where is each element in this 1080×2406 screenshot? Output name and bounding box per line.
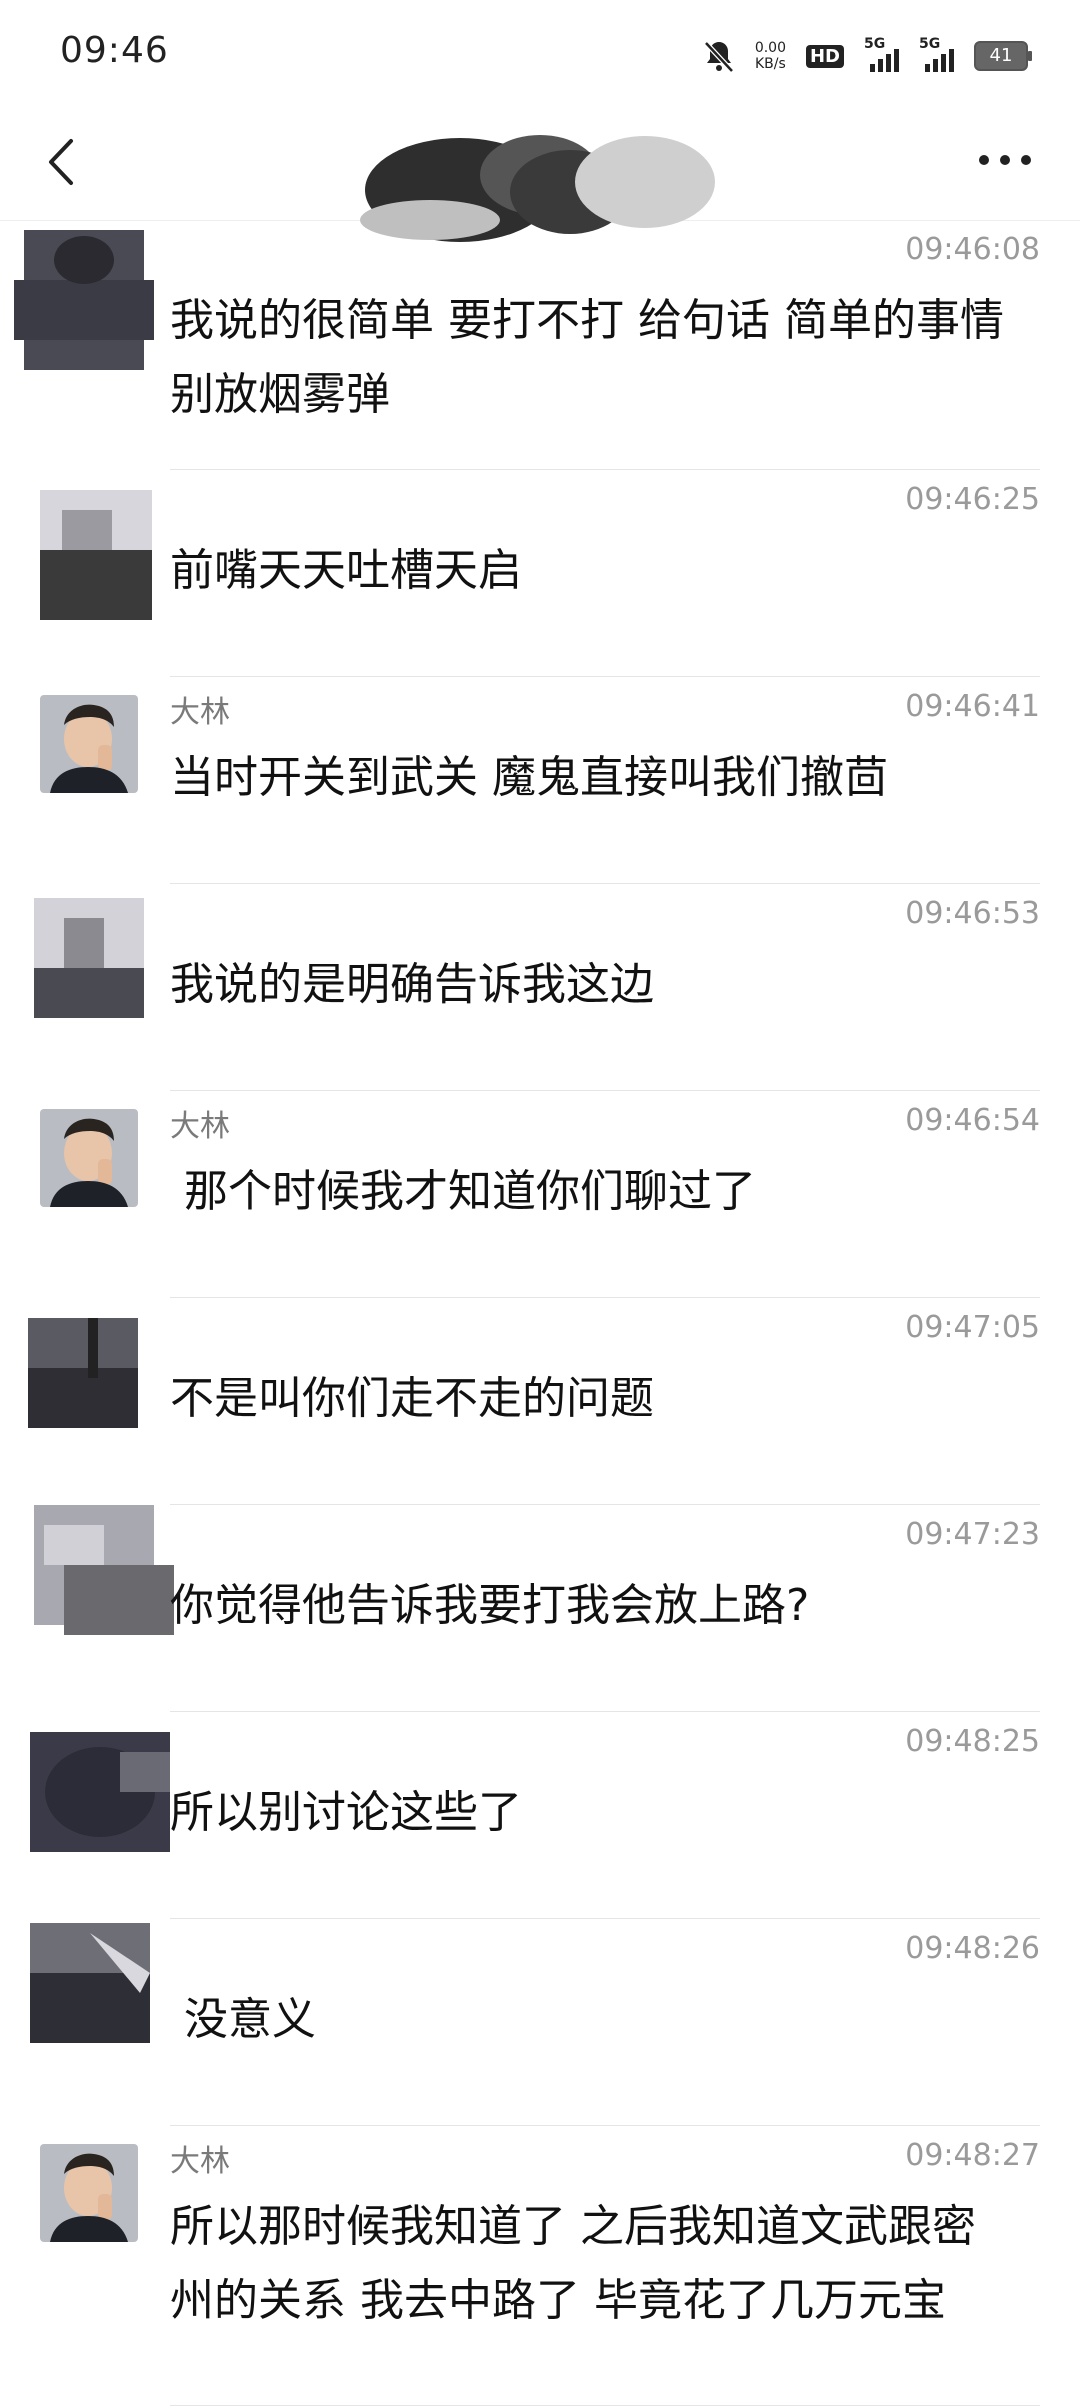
status-icons: 0.00 KB/s HD 5G 5G 41	[703, 34, 1032, 78]
mute-bell-icon	[703, 39, 735, 73]
message-timestamp: 09:48:27	[905, 2138, 1040, 2173]
message-text: 不是叫你们走不走的问题	[170, 1373, 654, 1424]
message-item[interactable]: 09:48:26 没意义	[0, 1919, 1080, 2126]
avatar-photo	[40, 695, 138, 793]
message-item[interactable]: 09:46:25 前嘴天天吐槽天启	[0, 470, 1080, 677]
avatar-photo	[40, 2144, 138, 2242]
avatar-photo	[40, 1109, 138, 1207]
signal-sim1-icon: 5G	[864, 36, 899, 72]
status-bar: 09:46 0.00 KB/s HD 5G 5G 41	[0, 0, 1080, 110]
signal-bar	[886, 54, 891, 72]
avatar-obscured	[24, 1495, 174, 1655]
avatar-obscured	[32, 470, 162, 640]
avatar-obscured	[24, 878, 154, 1038]
signal-bar	[933, 59, 938, 72]
message-text: 所以那时候我知道了 之后我知道文武跟密 州的关系 我去中路了 毕竟花了几万元宝	[170, 2201, 976, 2326]
chat-header	[0, 110, 1080, 242]
signal-bar	[941, 54, 946, 72]
hd-voice-icon: HD	[805, 44, 844, 68]
signal-bar	[870, 64, 875, 72]
message-timestamp: 09:47:05	[905, 1310, 1040, 1345]
sender-name: 大林	[170, 1109, 230, 1144]
battery-icon: 41	[974, 41, 1032, 71]
signal-bar	[878, 59, 883, 72]
sim1-label: 5G	[864, 36, 886, 52]
network-speed: 0.00 KB/s	[755, 40, 786, 72]
message-text: 我说的很简单 要打不打 给句话 简单的事情 别放烟雾弹	[170, 295, 1004, 420]
message-list: 09:46:08 我说的很简单 要打不打 给句话 简单的事情 别放烟雾弹 09:…	[0, 220, 1080, 2406]
network-speed-value: 0.00	[754, 40, 786, 56]
avatar-obscured	[18, 1298, 148, 1448]
message-text: 所以别讨论这些了	[170, 1787, 522, 1838]
more-button[interactable]	[970, 130, 1040, 190]
avatar-obscured	[14, 220, 154, 380]
message-text: 当时开关到武关 魔鬼直接叫我们撤茴	[170, 752, 888, 803]
more-horizontal-icon	[979, 155, 1031, 165]
chevron-left-icon	[49, 139, 73, 185]
message-item[interactable]: 09:46:08 我说的很简单 要打不打 给句话 简单的事情 别放烟雾弹	[0, 220, 1080, 470]
message-timestamp: 09:48:26	[905, 1931, 1040, 1966]
signal-bar	[894, 49, 899, 72]
message-timestamp: 09:46:53	[905, 896, 1040, 931]
message-text: 前嘴天天吐槽天启	[170, 545, 522, 596]
back-button[interactable]	[30, 132, 90, 192]
message-text: 我说的是明确告诉我这边	[170, 959, 654, 1010]
message-timestamp: 09:48:25	[905, 1724, 1040, 1759]
message-item[interactable]: 09:47:23 你觉得他告诉我要打我会放上路?	[0, 1505, 1080, 1712]
signal-sim2-icon: 5G	[919, 36, 954, 72]
message-text: 没意义	[170, 1994, 316, 2045]
message-item[interactable]: 大林 09:46:54 那个时候我才知道你们聊过了	[0, 1091, 1080, 1298]
message-timestamp: 09:46:41	[905, 689, 1040, 724]
avatar-obscured	[20, 1913, 160, 2053]
message-item[interactable]: 大林 09:46:41 当时开关到武关 魔鬼直接叫我们撤茴	[0, 677, 1080, 884]
message-timestamp: 09:46:54	[905, 1103, 1040, 1138]
avatar-obscured	[20, 1712, 180, 1872]
message-timestamp: 09:46:25	[905, 482, 1040, 517]
message-timestamp: 09:46:08	[905, 232, 1040, 267]
message-item[interactable]: 09:46:53 我说的是明确告诉我这边	[0, 884, 1080, 1091]
message-item[interactable]: 09:48:25 所以别讨论这些了	[0, 1712, 1080, 1919]
network-speed-unit: KB/s	[755, 56, 786, 72]
message-text: 你觉得他告诉我要打我会放上路?	[170, 1580, 810, 1631]
status-time: 09:46	[60, 30, 169, 71]
sender-name: 大林	[170, 2144, 230, 2179]
sender-name: 大林	[170, 695, 230, 730]
signal-bar	[949, 49, 954, 72]
message-item[interactable]: 09:47:05 不是叫你们走不走的问题	[0, 1298, 1080, 1505]
message-text: 那个时候我才知道你们聊过了	[170, 1166, 756, 1217]
sim2-label: 5G	[919, 36, 941, 52]
message-item[interactable]: 大林 09:48:27 所以那时候我知道了 之后我知道文武跟密 州的关系 我去中…	[0, 2126, 1080, 2406]
message-timestamp: 09:47:23	[905, 1517, 1040, 1552]
signal-bar	[925, 64, 930, 72]
